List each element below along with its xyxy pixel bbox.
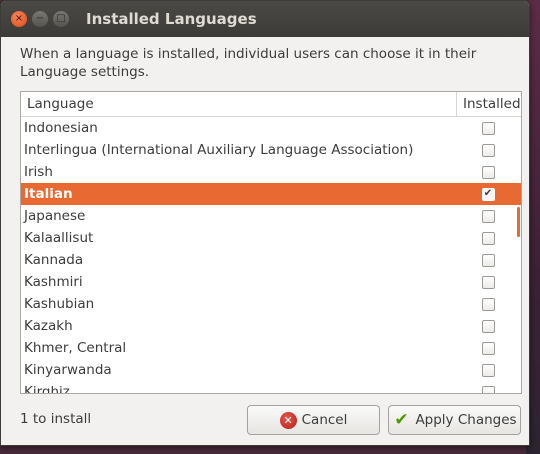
language-name: Kannada: [24, 252, 84, 268]
maximize-icon: □: [56, 13, 66, 24]
installed-cell: [457, 341, 521, 355]
apply-changes-button-label: Apply Changes: [415, 412, 517, 428]
minimize-icon: −: [35, 13, 45, 24]
maximize-window-button[interactable]: □: [53, 11, 69, 27]
cancel-button-label: Cancel: [301, 412, 348, 428]
installed-cell: [457, 275, 521, 289]
language-name: Irish: [24, 164, 53, 180]
installed-checkbox[interactable]: [481, 165, 495, 179]
list-item[interactable]: Irish: [21, 161, 521, 183]
list-item[interactable]: Japanese: [21, 205, 521, 227]
list-item[interactable]: Kannada: [21, 249, 521, 271]
installed-checkbox[interactable]: [481, 209, 495, 223]
close-icon: ×: [14, 13, 24, 24]
list-item[interactable]: Kashubian: [21, 293, 521, 315]
installed-checkbox[interactable]: [481, 275, 495, 289]
close-window-button[interactable]: ×: [11, 11, 27, 27]
list-header: Language Installed: [21, 92, 521, 117]
installed-checkbox[interactable]: [481, 297, 495, 311]
cancel-button[interactable]: ✕ Cancel: [247, 405, 380, 435]
list-item[interactable]: Kazakh: [21, 315, 521, 337]
language-name: Kazakh: [24, 318, 73, 334]
cancel-icon: ✕: [279, 411, 297, 429]
installed-checkbox[interactable]: [481, 385, 495, 393]
installed-cell: [457, 121, 521, 135]
checkmark-icon: ✔: [394, 409, 409, 430]
language-name: Khmer, Central: [24, 340, 127, 356]
installed-checkbox[interactable]: [481, 121, 495, 135]
installed-cell: [457, 165, 521, 179]
installed-cell: [457, 319, 521, 333]
language-name: Kinyarwanda: [24, 362, 112, 378]
scrollbar-indicator[interactable]: [517, 207, 520, 237]
list-item[interactable]: Kirghiz: [21, 381, 521, 394]
installed-languages-dialog: × − □ Installed Languages When a languag…: [0, 0, 530, 446]
installed-cell: [457, 253, 521, 267]
installed-checkbox[interactable]: ✔: [481, 187, 495, 201]
apply-changes-button[interactable]: ✔ Apply Changes: [388, 405, 521, 435]
language-name: Kalaallisut: [24, 230, 94, 246]
installed-cell: [457, 231, 521, 245]
installed-checkbox[interactable]: [481, 143, 495, 157]
column-header-installed[interactable]: Installed: [457, 92, 521, 116]
installed-cell: [457, 143, 521, 157]
language-name: Kashubian: [24, 296, 95, 312]
list-item[interactable]: Interlingua (International Auxiliary Lan…: [21, 139, 521, 161]
minimize-window-button[interactable]: −: [32, 11, 48, 27]
installed-cell: [457, 385, 521, 393]
language-name: Interlingua (International Auxiliary Lan…: [24, 142, 414, 158]
language-name: Indonesian: [24, 120, 98, 136]
list-item[interactable]: Khmer, Central: [21, 337, 521, 359]
list-item[interactable]: Indonesian: [21, 117, 521, 139]
language-name: Japanese: [24, 208, 86, 224]
installed-cell: [457, 209, 521, 223]
installed-checkbox[interactable]: [481, 231, 495, 245]
description-text: When a language is installed, individual…: [20, 46, 477, 80]
column-header-language[interactable]: Language: [21, 92, 457, 116]
language-name: Kirghiz: [24, 384, 70, 394]
list-item[interactable]: Kalaallisut: [21, 227, 521, 249]
title-bar[interactable]: × − □ Installed Languages: [1, 1, 529, 37]
list-item[interactable]: Kinyarwanda: [21, 359, 521, 381]
list-item[interactable]: Italian ✔: [21, 183, 521, 205]
language-name: Kashmiri: [24, 274, 83, 290]
language-list[interactable]: Language Installed Indonesian Interlingua…: [20, 91, 522, 394]
installed-cell: [457, 363, 521, 377]
window-title: Installed Languages: [86, 10, 257, 28]
language-name: Italian: [24, 186, 73, 202]
installed-cell: ✔: [457, 187, 521, 201]
installed-checkbox[interactable]: [481, 253, 495, 267]
installed-checkbox[interactable]: [481, 363, 495, 377]
installed-checkbox[interactable]: [481, 341, 495, 355]
list-item[interactable]: Kashmiri: [21, 271, 521, 293]
list-rows: Indonesian Interlingua (International Aux…: [21, 117, 521, 394]
status-text: 1 to install: [20, 411, 92, 427]
installed-cell: [457, 297, 521, 311]
installed-checkbox[interactable]: [481, 319, 495, 333]
